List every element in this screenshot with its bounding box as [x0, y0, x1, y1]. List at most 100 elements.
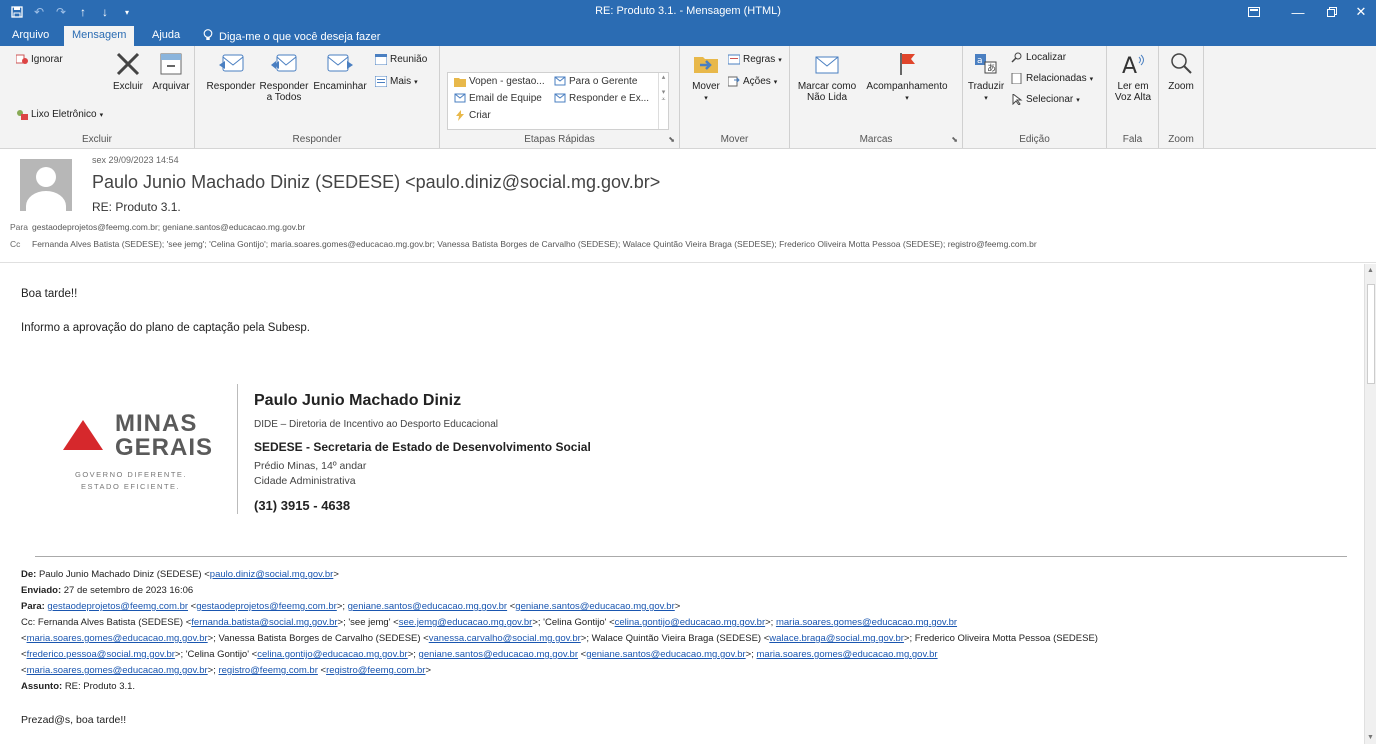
- responder-todos-button[interactable]: Responder a Todos: [258, 50, 310, 103]
- fw-para-link[interactable]: gestaodeprojetos@feemg.com.br: [47, 601, 188, 612]
- tab-ajuda[interactable]: Ajuda: [144, 26, 188, 46]
- cc-recipients[interactable]: Fernanda Alves Batista (SEDESE); 'see je…: [32, 239, 1037, 249]
- fw-para-link[interactable]: geniane.santos@educacao.mg.gov.br: [515, 601, 674, 612]
- fw-cc-link[interactable]: maria.soares.gomes@educacao.mg.gov.br: [757, 649, 938, 660]
- group-label-etapas: Etapas Rápidas: [524, 134, 595, 145]
- quick-step-criar[interactable]: Criar: [454, 110, 491, 121]
- encaminhar-button[interactable]: Encaminhar: [311, 50, 369, 92]
- scroll-down-icon[interactable]: ▼: [1367, 734, 1374, 741]
- lightning-icon: [454, 110, 466, 121]
- fw-cc-link[interactable]: see.jemg@educacao.mg.gov.br: [399, 617, 533, 628]
- fw-text: <: [317, 665, 327, 676]
- fw-para-link[interactable]: gestaodeprojetos@feemg.com.br: [196, 601, 337, 612]
- chevron-down-icon: ▾: [773, 78, 778, 86]
- quick-step-para-gerente[interactable]: Para o Gerente: [554, 76, 637, 87]
- fw-text: >; 'Celina Gontijo' <: [174, 649, 258, 660]
- group-marcas: Marcar como Não Lida Acompanhamento ▾ Ma…: [790, 46, 963, 148]
- fw-text: >;: [407, 649, 419, 660]
- fw-cc-link[interactable]: vanessa.carvalho@social.mg.gov.br: [429, 633, 581, 644]
- minas-gerais-logo: MINAS GERAIS GOVERNO DIFERENTE. ESTADO E…: [63, 408, 223, 498]
- quick-step-email-equipe[interactable]: Email de Equipe: [454, 93, 542, 104]
- dialog-launcher-icon[interactable]: ⬊: [951, 135, 958, 144]
- sender-name[interactable]: Paulo Junio Machado Diniz (SEDESE) <paul…: [92, 172, 660, 193]
- fw-cc-link[interactable]: celina.gontijo@educacao.mg.gov.br: [615, 617, 765, 628]
- fw-cc-link[interactable]: registro@feemg.com.br: [218, 665, 317, 676]
- zoom-button[interactable]: Zoom: [1161, 50, 1201, 92]
- vertical-scrollbar[interactable]: ▲ ▼: [1364, 264, 1376, 744]
- marcar-nao-lida-button[interactable]: Marcar como Não Lida: [796, 50, 858, 103]
- fw-text: >; Frederico Oliveira Motta Pessoa (SEDE…: [903, 633, 1098, 644]
- localizar-label: Localizar: [1026, 52, 1067, 63]
- fw-enviado-value: 27 de setembro de 2023 16:06: [63, 585, 194, 596]
- move-folder-icon: [691, 50, 721, 78]
- avatar: [20, 159, 72, 211]
- to-recipients[interactable]: gestaodeprojetos@feemg.com.br; geniane.s…: [32, 222, 305, 232]
- tab-mensagem[interactable]: Mensagem: [64, 26, 135, 46]
- acompanhamento-button[interactable]: Acompanhamento ▾: [862, 50, 952, 104]
- fw-assunto-line: Assunto: RE: Produto 3.1.: [21, 681, 135, 692]
- excluir-button[interactable]: Excluir: [110, 50, 146, 92]
- mover-button[interactable]: Mover ▾: [686, 50, 726, 104]
- responder-button[interactable]: Responder: [205, 50, 257, 92]
- acoes-button[interactable]: Ações ▾: [727, 76, 778, 87]
- fw-cc-link[interactable]: celina.gontijo@educacao.mg.gov.br: [257, 649, 407, 660]
- group-label-edicao: Edição: [1019, 134, 1050, 145]
- fw-cc-link[interactable]: fernanda.batista@social.mg.gov.br: [191, 617, 337, 628]
- tab-arquivo[interactable]: Arquivo: [4, 26, 57, 46]
- fw-de-link[interactable]: paulo.diniz@social.mg.gov.br: [210, 569, 334, 580]
- ignorar-label: Ignorar: [31, 54, 63, 65]
- scroll-up-icon[interactable]: ▲: [1367, 267, 1374, 274]
- signature-dept: DIDE – Diretoria de Incentivo ao Desport…: [254, 419, 499, 430]
- chevron-down-icon: ▾: [1089, 75, 1094, 83]
- fw-text: >;: [207, 665, 219, 676]
- forward-icon: [325, 50, 355, 78]
- close-icon[interactable]: ✕: [1346, 0, 1376, 24]
- ler-voz-alta-button[interactable]: A Ler em Voz Alta: [1111, 50, 1155, 103]
- fw-cc-link[interactable]: maria.soares.gomes@educacao.mg.gov.br: [776, 617, 957, 628]
- signature-divider: [237, 384, 238, 514]
- fw-cc-link[interactable]: maria.soares.gomes@educacao.mg.gov.br: [27, 665, 208, 676]
- gallery-scroll[interactable]: ▴ ▾ ⩡: [658, 73, 668, 129]
- lixo-eletronico-button[interactable]: Lixo Eletrônico ▾: [16, 109, 103, 120]
- fw-cc-line-3: < frederico.pessoa@social.mg.gov.br>; 'Ce…: [21, 649, 938, 660]
- mais-label: Mais: [390, 76, 412, 87]
- ribbon-display-options-icon[interactable]: [1234, 0, 1274, 24]
- fw-para-link[interactable]: geniane.santos@educacao.mg.gov.br: [348, 601, 507, 612]
- fw-text: >; 'Celina Gontijo' <: [532, 617, 615, 628]
- fw-cc-link[interactable]: maria.soares.gomes@educacao.mg.gov.br: [27, 633, 208, 644]
- traduzir-label: Traduzir: [967, 81, 1005, 92]
- quick-step-vopen[interactable]: Vopen - gestao...: [454, 76, 545, 87]
- tell-me-search[interactable]: Diga-me o que você deseja fazer: [203, 29, 380, 44]
- flag-icon: [892, 50, 922, 78]
- signature-phone: (31) 3915 - 4638: [254, 498, 351, 513]
- fw-cc-line-1: Cc: Fernanda Alves Batista (SEDESE) <fer…: [21, 617, 957, 628]
- chevron-down-icon: ▾: [1076, 96, 1080, 104]
- fw-cc-link[interactable]: geniane.santos@educacao.mg.gov.br: [419, 649, 578, 660]
- dialog-launcher-icon[interactable]: ⬊: [668, 135, 675, 144]
- quick-step-responder-ex[interactable]: Responder e Ex...: [554, 93, 649, 104]
- fw-cc-link[interactable]: geniane.santos@educacao.mg.gov.br: [586, 649, 745, 660]
- mais-button[interactable]: Mais ▾: [374, 75, 418, 88]
- fw-cc-link[interactable]: registro@feemg.com.br: [326, 665, 425, 676]
- chevron-down-icon: ▾: [99, 111, 104, 119]
- fw-de-end: >: [333, 569, 339, 580]
- ler-label-1: Ler em: [1117, 81, 1149, 92]
- group-label-responder: Responder: [292, 134, 342, 145]
- regras-button[interactable]: Regras ▾: [727, 54, 782, 65]
- signature-name: Paulo Junio Machado Diniz: [254, 392, 462, 409]
- excluir-label: Excluir: [112, 81, 143, 92]
- logo-triangle: [63, 420, 103, 450]
- reuniao-button[interactable]: Reunião: [374, 53, 427, 66]
- responder-label: Responder: [206, 81, 256, 92]
- ignorar-button[interactable]: Ignorar: [15, 54, 63, 65]
- traduzir-button[interactable]: aあ Traduzir ▾: [965, 50, 1007, 104]
- fw-cc-link[interactable]: frederico.pessoa@social.mg.gov.br: [27, 649, 175, 660]
- scroll-thumb[interactable]: [1367, 284, 1375, 384]
- fw-text: <: [578, 649, 587, 660]
- fw-cc-link[interactable]: walace.braga@social.mg.gov.br: [769, 633, 904, 644]
- arquivar-button[interactable]: Arquivar: [150, 50, 192, 92]
- mail-arrow-icon: [554, 76, 566, 87]
- relacionadas-button[interactable]: Relacionadas ▾: [1011, 72, 1094, 85]
- localizar-button[interactable]: Localizar: [1011, 52, 1066, 63]
- selecionar-button[interactable]: Selecionar ▾: [1011, 93, 1080, 106]
